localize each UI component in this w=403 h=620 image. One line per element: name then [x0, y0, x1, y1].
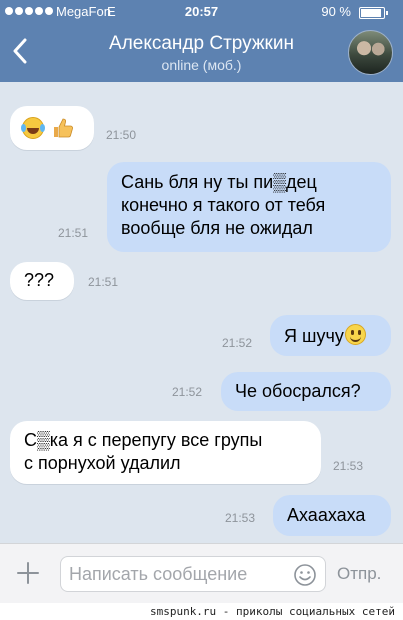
message-text-line: С▒ка я с перепугу все групы — [24, 430, 263, 450]
smiling-face-icon — [344, 324, 366, 345]
message-text: ??? — [24, 270, 55, 290]
message-bubble-outgoing[interactable]: Я шучу — [270, 315, 391, 356]
watermark-text: smspunk.ru - приколы социальных сетей — [0, 603, 403, 620]
face-with-tears-of-joy-icon — [21, 117, 44, 140]
message-time: 21:50 — [106, 128, 137, 142]
send-button[interactable]: Отпр. — [337, 564, 381, 584]
message-time: 21:51 — [88, 275, 119, 289]
message-text: Ахаахаха — [287, 505, 366, 525]
thumbs-up-icon — [54, 118, 73, 138]
message-time: 21:53 — [333, 459, 364, 473]
message-text-line: Сань бля ну ты пи▒дец — [121, 172, 317, 192]
message-list[interactable]: 21:50 Сань бля ну ты пи▒дец конечно я та… — [0, 82, 403, 543]
smiley-icon[interactable] — [293, 563, 317, 587]
message-text: Че обосрался? — [235, 381, 361, 401]
status-bar: MegaFon E 20:57 90 % — [0, 0, 403, 24]
plus-icon[interactable] — [14, 559, 42, 587]
message-bubble-incoming[interactable] — [10, 106, 94, 150]
contact-online-status: online (моб.) — [161, 57, 242, 73]
message-composer: Отпр. — [0, 543, 403, 603]
message-time: 21:51 — [58, 226, 89, 240]
battery-fill — [361, 9, 381, 17]
message-time: 21:52 — [222, 336, 253, 350]
message-input[interactable] — [60, 556, 326, 592]
message-time: 21:53 — [225, 511, 256, 525]
message-time: 21:52 — [172, 385, 203, 399]
message-text: Я шучу — [284, 326, 344, 346]
battery-icon — [359, 7, 388, 19]
message-bubble-outgoing[interactable]: Ахаахаха — [273, 495, 391, 536]
contact-name[interactable]: Александр Стружкин — [0, 33, 403, 55]
chat-header: MegaFon E 20:57 90 % Александр Стружкин … — [0, 0, 403, 82]
message-bubble-incoming[interactable]: С▒ка я с перепугу все групы с порнухой у… — [10, 421, 321, 484]
message-bubble-incoming[interactable]: ??? — [10, 262, 74, 300]
message-bubble-outgoing[interactable]: Че обосрался? — [221, 372, 391, 411]
message-text-line: с порнухой удалил — [24, 453, 181, 473]
message-text-line: вообще бля не ожидал — [121, 218, 313, 238]
avatar[interactable] — [348, 30, 393, 75]
message-text-line: конечно я такого от тебя — [121, 195, 326, 215]
message-bubble-outgoing[interactable]: Сань бля ну ты пи▒дец конечно я такого о… — [107, 162, 391, 252]
battery-percentage: 90 % — [321, 4, 351, 19]
